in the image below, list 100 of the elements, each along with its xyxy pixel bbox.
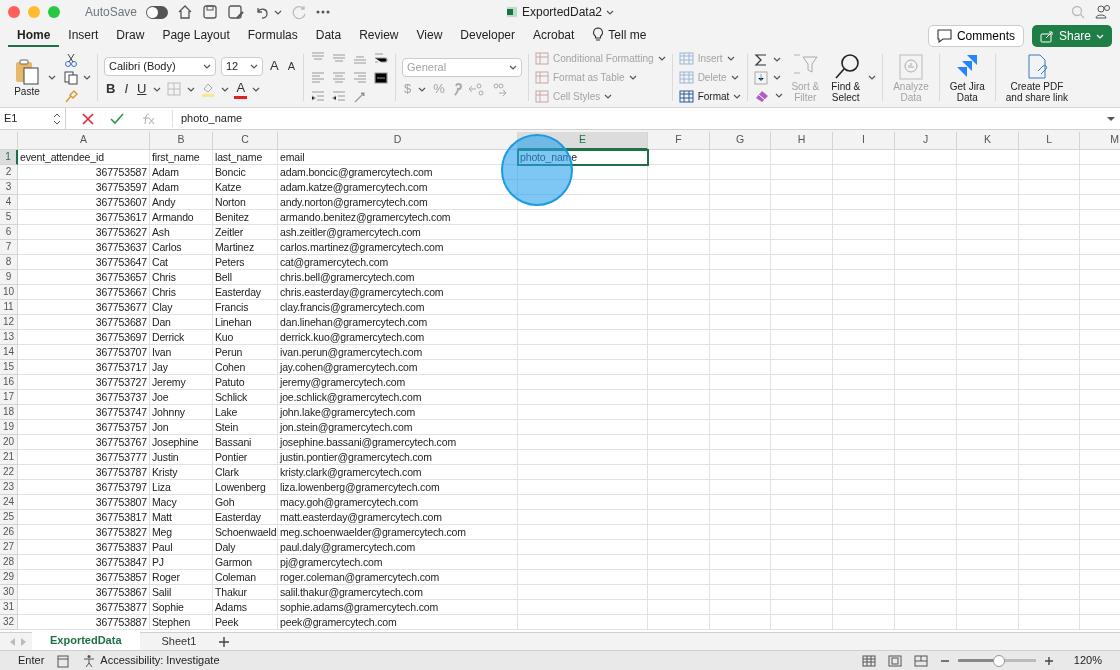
ribbon-tab[interactable]: Formulas bbox=[238, 25, 307, 47]
row-header[interactable]: 19 bbox=[0, 420, 18, 435]
underline-button[interactable]: U bbox=[135, 81, 149, 97]
column-header[interactable]: E bbox=[518, 132, 648, 150]
row-header[interactable]: 18 bbox=[0, 405, 18, 420]
column-header[interactable]: I bbox=[833, 132, 895, 150]
caret-icon[interactable] bbox=[187, 86, 196, 92]
caret-icon[interactable] bbox=[1106, 115, 1116, 122]
copy-icon[interactable] bbox=[64, 70, 78, 85]
row-header[interactable]: 26 bbox=[0, 525, 18, 540]
ribbon-command[interactable]: Format bbox=[678, 89, 742, 104]
zoom-button[interactable] bbox=[48, 6, 60, 18]
row-header[interactable]: 1 bbox=[0, 150, 18, 165]
confirm-icon[interactable] bbox=[110, 112, 124, 125]
share-button[interactable]: Share bbox=[1031, 25, 1112, 47]
ribbon-command[interactable]: Find & Select bbox=[827, 52, 865, 103]
eraser-icon[interactable] bbox=[754, 88, 771, 103]
row-header[interactable]: 3 bbox=[0, 180, 18, 195]
column-header[interactable]: K bbox=[957, 132, 1019, 150]
row-header[interactable]: 31 bbox=[0, 600, 18, 615]
normal-view-icon[interactable] bbox=[861, 654, 876, 667]
increase-indent-icon[interactable] bbox=[331, 89, 347, 104]
more-icon[interactable] bbox=[316, 10, 331, 14]
caret-icon[interactable] bbox=[153, 86, 162, 92]
row-header[interactable]: 2 bbox=[0, 165, 18, 180]
column-header[interactable]: M bbox=[1080, 132, 1120, 150]
ribbon-tab[interactable]: Home bbox=[8, 25, 60, 47]
row-header[interactable]: 14 bbox=[0, 345, 18, 360]
row-header[interactable]: 15 bbox=[0, 360, 18, 375]
row-header[interactable]: 12 bbox=[0, 315, 18, 330]
row-header[interactable]: 21 bbox=[0, 450, 18, 465]
ribbon-command[interactable]: Create PDF and share link bbox=[1001, 52, 1073, 103]
row-header[interactable]: 4 bbox=[0, 195, 18, 210]
row-header[interactable]: 29 bbox=[0, 570, 18, 585]
tell-me-button[interactable]: Tell me bbox=[583, 25, 656, 47]
row-header[interactable]: 27 bbox=[0, 540, 18, 555]
row-header[interactable]: 7 bbox=[0, 240, 18, 255]
column-header[interactable]: J bbox=[895, 132, 957, 150]
column-header[interactable]: B bbox=[150, 132, 213, 150]
comments-button[interactable]: Comments bbox=[927, 25, 1024, 47]
home-icon[interactable] bbox=[177, 4, 194, 20]
font-size-dropdown[interactable]: 12 bbox=[221, 56, 263, 76]
zoom-in-icon[interactable] bbox=[1043, 655, 1054, 666]
cut-icon[interactable] bbox=[64, 52, 78, 67]
accessibility-button[interactable]: Accessibility: Investigate bbox=[82, 652, 220, 669]
column-header[interactable]: H bbox=[771, 132, 833, 150]
row-header[interactable]: 32 bbox=[0, 615, 18, 630]
ribbon-tab[interactable]: Draw bbox=[107, 25, 154, 47]
ribbon-tab[interactable]: Acrobat bbox=[524, 25, 584, 47]
row-header[interactable]: 22 bbox=[0, 465, 18, 480]
function-icon[interactable] bbox=[140, 112, 156, 125]
caret-icon[interactable] bbox=[48, 75, 56, 80]
font-name-dropdown[interactable]: Calibri (Body) bbox=[104, 56, 216, 76]
row-header[interactable]: 16 bbox=[0, 375, 18, 390]
ribbon-tab[interactable]: Review bbox=[350, 25, 408, 47]
page-break-icon[interactable] bbox=[913, 654, 928, 667]
caret-icon[interactable] bbox=[606, 9, 615, 15]
caret-icon[interactable] bbox=[773, 57, 782, 62]
slider-thumb[interactable] bbox=[993, 654, 1006, 667]
row-header[interactable]: 17 bbox=[0, 390, 18, 405]
ribbon-tab[interactable]: Page Layout bbox=[153, 25, 239, 47]
ribbon-command[interactable]: Get Jira Data bbox=[945, 52, 989, 103]
caret-icon[interactable] bbox=[868, 75, 877, 80]
bold-button[interactable]: B bbox=[104, 81, 118, 97]
orientation-icon[interactable] bbox=[352, 89, 368, 104]
macro-record-icon[interactable] bbox=[56, 653, 71, 668]
row-header[interactable]: 20 bbox=[0, 435, 18, 450]
paste-button[interactable]: Paste bbox=[10, 58, 44, 97]
save-as-icon[interactable] bbox=[227, 4, 246, 20]
row-header[interactable]: 5 bbox=[0, 210, 18, 225]
fill-color-icon[interactable] bbox=[200, 81, 217, 97]
caret-icon[interactable] bbox=[83, 75, 91, 80]
save-icon[interactable] bbox=[202, 4, 219, 20]
caret-icon[interactable] bbox=[773, 75, 782, 80]
row-header[interactable]: 11 bbox=[0, 300, 18, 315]
row-header[interactable]: 9 bbox=[0, 270, 18, 285]
stepper-icon[interactable] bbox=[53, 112, 61, 125]
caret-icon[interactable] bbox=[274, 9, 283, 15]
column-header[interactable]: F bbox=[648, 132, 710, 150]
column-header[interactable]: A bbox=[18, 132, 150, 150]
page-layout-icon[interactable] bbox=[887, 654, 902, 667]
autosave-toggle[interactable] bbox=[146, 5, 169, 19]
row-header[interactable]: 28 bbox=[0, 555, 18, 570]
caret-icon[interactable] bbox=[418, 86, 427, 92]
row-header[interactable]: 23 bbox=[0, 480, 18, 495]
people-icon[interactable] bbox=[1094, 4, 1112, 20]
add-sheet-icon[interactable] bbox=[218, 635, 231, 648]
column-header[interactable]: C bbox=[213, 132, 278, 150]
ribbon-tab[interactable]: Developer bbox=[451, 25, 524, 47]
name-box[interactable]: E1 bbox=[0, 107, 66, 130]
close-button[interactable] bbox=[8, 6, 20, 18]
caret-icon[interactable] bbox=[775, 93, 784, 98]
column-header[interactable]: L bbox=[1019, 132, 1080, 150]
sheet-tab[interactable]: ExportedData bbox=[32, 631, 140, 652]
row-header[interactable]: 30 bbox=[0, 585, 18, 600]
font-color-button[interactable]: A bbox=[234, 79, 248, 99]
column-header[interactable]: G bbox=[710, 132, 771, 150]
row-header[interactable]: 24 bbox=[0, 495, 18, 510]
row-header[interactable]: 6 bbox=[0, 225, 18, 240]
caret-icon[interactable] bbox=[252, 86, 261, 92]
